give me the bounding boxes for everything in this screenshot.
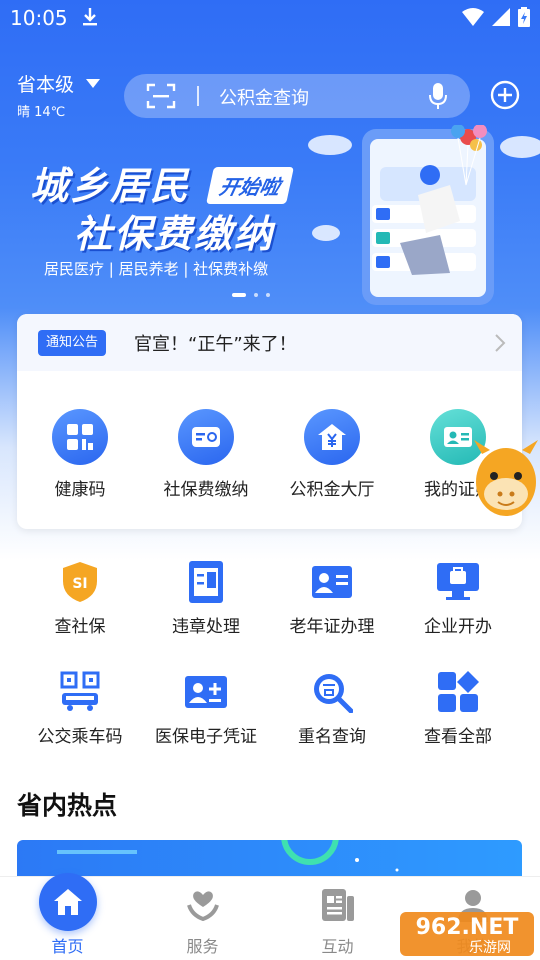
wifi-icon <box>462 8 484 26</box>
section-title-hot: 省内热点 <box>17 791 118 820</box>
social-insurance-card-icon <box>178 409 234 465</box>
chevron-right-icon <box>494 333 506 357</box>
banner-title-line2: 社保费缴纳 <box>74 212 275 256</box>
microphone-icon[interactable] <box>428 82 448 114</box>
hot-news-banner[interactable] <box>17 840 522 880</box>
search-input[interactable]: 公积金查询 <box>219 84 309 110</box>
nav-home[interactable]: 首页 <box>0 873 135 960</box>
service-label: 老年证办理 <box>289 617 375 637</box>
site-watermark: 962.NET 乐游网 <box>400 912 534 956</box>
mascot-icon[interactable] <box>472 432 540 522</box>
banner-title-line1: 城乡居民 <box>30 164 191 208</box>
medical-insurance-icon <box>184 670 228 714</box>
quick-access-card: 通知公告 官宣！“正午”来了！ 健康码 社保费缴纳 公积金大厅 我的证照 <box>17 314 522 529</box>
home-icon <box>38 873 97 931</box>
interact-doc-icon <box>270 877 405 933</box>
quick-action-health-code[interactable]: 健康码 <box>17 409 143 500</box>
service-row: SI 查社保 违章处理 老年证办理 企业开办 <box>17 560 522 670</box>
status-bar: 10:05 <box>0 0 540 36</box>
scan-icon[interactable] <box>146 82 176 114</box>
service-elder-card[interactable]: 老年证办理 <box>269 560 395 670</box>
nav-label: 互动 <box>321 937 354 956</box>
service-label: 查社保 <box>54 617 106 637</box>
service-query-social-security[interactable]: SI 查社保 <box>17 560 143 670</box>
grid-all-icon <box>436 670 480 714</box>
shield-icon: SI <box>58 560 102 604</box>
nav-label: 服务 <box>186 937 219 956</box>
nav-interact[interactable]: 互动 <box>270 877 405 960</box>
svg-text:SI: SI <box>72 576 87 592</box>
service-label: 重名查询 <box>298 727 366 747</box>
phone-illustration <box>308 125 540 305</box>
service-business-start[interactable]: 企业开办 <box>395 560 521 670</box>
nav-label: 首页 <box>51 937 84 956</box>
battery-icon <box>518 7 530 27</box>
watermark-text: 962.NET <box>416 915 519 940</box>
notice-bar[interactable]: 通知公告 官宣！“正午”来了！ <box>17 314 522 371</box>
service-heart-icon <box>135 877 270 933</box>
banner-dot <box>266 293 270 297</box>
banner-dot <box>254 293 258 297</box>
service-label: 违章处理 <box>172 617 240 637</box>
caret-down-icon <box>86 79 101 88</box>
quick-actions: 健康码 社保费缴纳 公积金大厅 我的证照 <box>17 409 522 500</box>
add-button[interactable] <box>490 80 520 114</box>
hot-banner-decoration <box>57 840 399 872</box>
service-row: 公交乘车码 医保电子凭证 重名查询 查看全部 <box>17 670 522 780</box>
service-label: 公交乘车码 <box>37 727 123 747</box>
signal-icon <box>492 8 510 26</box>
bus-qr-icon <box>58 670 102 714</box>
quick-action-label: 社保费缴纳 <box>163 480 249 500</box>
service-label: 医保电子凭证 <box>155 727 257 747</box>
location-name: 省本级 <box>17 74 75 96</box>
elder-card-icon <box>310 560 354 604</box>
notice-text: 官宣！“正午”来了！ <box>134 334 297 355</box>
service-label: 企业开办 <box>424 617 492 637</box>
service-medical-insurance[interactable]: 医保电子凭证 <box>143 670 269 780</box>
download-icon <box>80 6 100 32</box>
search-divider <box>197 86 199 106</box>
service-label: 查看全部 <box>424 727 492 747</box>
banner-pagination <box>232 293 270 297</box>
service-bus-code[interactable]: 公交乘车码 <box>17 670 143 780</box>
watermark-subtext: 乐游网 <box>469 940 511 956</box>
quick-action-social-insurance[interactable]: 社保费缴纳 <box>143 409 269 500</box>
service-view-all[interactable]: 查看全部 <box>395 670 521 780</box>
housing-fund-icon <box>304 409 360 465</box>
name-search-icon <box>310 670 354 714</box>
service-grid: SI 查社保 违章处理 老年证办理 企业开办 公交乘车码 医保电子凭证 重名查询… <box>17 560 522 780</box>
search-bar[interactable]: 公积金查询 <box>124 74 470 118</box>
banner-badge: 开始啦 <box>206 167 294 204</box>
service-traffic-violation[interactable]: 违章处理 <box>143 560 269 670</box>
briefcase-monitor-icon <box>436 560 480 604</box>
service-name-search[interactable]: 重名查询 <box>269 670 395 780</box>
nav-service[interactable]: 服务 <box>135 877 270 960</box>
plus-circle-icon <box>490 80 520 110</box>
quick-action-label: 公积金大厅 <box>289 480 375 500</box>
health-code-icon <box>52 409 108 465</box>
traffic-ticket-icon <box>184 560 228 604</box>
location-selector[interactable]: 省本级 晴 14℃ <box>17 70 101 120</box>
weather-text: 晴 14℃ <box>17 105 66 120</box>
banner-subtitle: 居民医疗 | 居民养老 | 社保费补缴 <box>44 260 269 278</box>
banner-dot <box>232 293 246 297</box>
quick-action-housing-fund[interactable]: 公积金大厅 <box>269 409 395 500</box>
notice-tag: 通知公告 <box>38 330 107 356</box>
promo-banner[interactable]: 城乡居民 开始啦 社保费缴纳 居民医疗 | 居民养老 | 社保费补缴 <box>0 125 540 310</box>
status-time: 10:05 <box>10 6 68 30</box>
quick-action-label: 健康码 <box>54 480 106 500</box>
